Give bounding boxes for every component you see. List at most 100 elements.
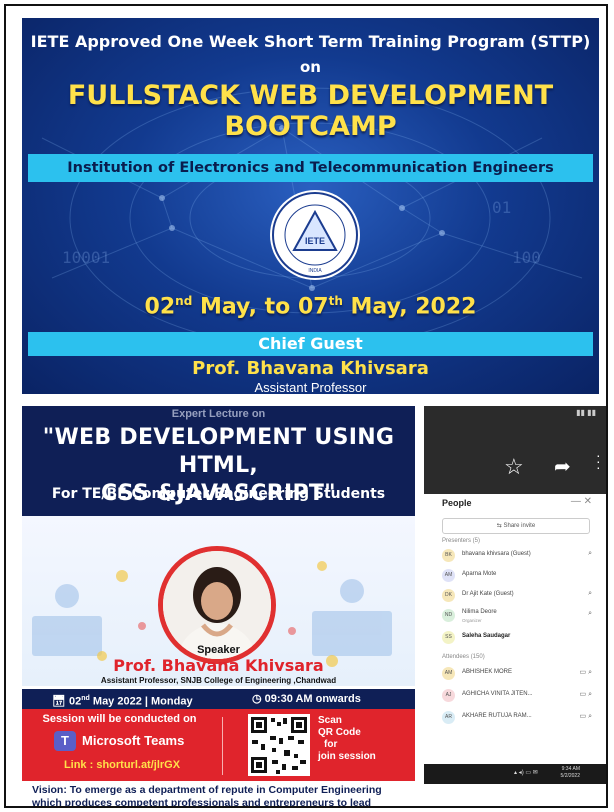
program-title: IETE Approved One Week Short Term Traini… [30,32,591,51]
participant-row[interactable]: BK bhavana khivsara (Guest) ⌕ [442,548,592,564]
mic-off-icon: ⌕ [588,610,592,617]
lecture-time-text: 09:30 AM onwards [264,693,361,705]
lecture-title-line1: "WEB DEVELOPMENT USING HTML, [42,425,395,478]
on-label: on [300,58,321,76]
logo-india-text: INDIA [308,268,322,274]
date-start-day: 02 [144,294,176,320]
bootcamp-title-line1: FULLSTACK WEB DEVELOPMENT [67,80,554,111]
date-start-rest: May, to 07 [192,294,329,320]
qr-code-icon [248,714,310,776]
session-note: Session will be conducted on [42,713,197,725]
avatar: DK [442,589,455,602]
participant-row[interactable]: AJ AGHICHA VINITA JITEN... ▭ ⌕ [442,688,592,704]
participant-row[interactable]: AM Aparna Mote [442,568,592,584]
binary-decoration: 01 [492,198,512,217]
iete-logo-icon: IETE INDIA [272,192,358,278]
logo-text: IETE [305,236,325,246]
speaker-portrait-icon [163,551,271,659]
avatar: BK [442,549,455,562]
divider [222,717,223,775]
participant-name: bhavana khivsara (Guest) [462,551,531,557]
speaker-affiliation: Assistant Professor, SNJB College of Eng… [100,676,337,685]
avatar: AJ [442,689,455,702]
chief-guest-banner: Chief Guest [28,332,593,356]
avatar: SS [442,631,455,644]
lecture-date-rest: May 2022 | Monday [89,695,193,708]
star-icon[interactable]: ☆ [504,454,524,480]
iete-logo: IETE INDIA [270,190,360,280]
video-icon: ▭ ⌕ [579,713,592,720]
participant-name: Nilima Deore [462,609,497,615]
attendees-header[interactable]: Attendees (150) [442,654,485,660]
participant-role: Organizer [462,618,482,623]
taskbar-date: 5/2/2022 [560,773,580,779]
people-panel: People — ✕ ⇆ Share invite Presenters (5)… [434,494,598,764]
lecture-date-sup: nd [81,695,90,702]
video-icon: ▭ ⌕ [579,669,592,676]
participant-row[interactable]: SS Saleha Saudagar [442,630,592,646]
tray-icons: ▴ ◂) ▭ ✉ [514,770,538,776]
close-icon[interactable]: — ✕ [571,496,592,507]
participant-name: Saleha Saudagar [462,633,511,639]
share-icon: ⇆ [496,523,502,529]
participant-row[interactable]: AR AKHARE RUTUJA RAM... ▭ ⌕ [442,710,592,726]
share-icon[interactable]: ➦ [554,454,571,479]
session-info-panel: Session will be conducted on T Microsoft… [22,709,415,781]
qr-instructions: Scan QR Code for join session [318,715,376,763]
avatar: AM [442,569,455,582]
share-invite-button[interactable]: ⇆ Share invite [442,518,590,534]
platform-name: Microsoft Teams [82,733,185,748]
qr-instructions-line2: QR Code [318,727,361,738]
people-title: People [442,498,472,508]
sttp-poster: 10001 01 100 IETE Approved One Week Shor… [22,18,599,394]
presenters-header[interactable]: Presenters (5) [442,538,480,544]
bootcamp-title: FULLSTACK WEB DEVELOPMENT BOOTCAMP [22,80,599,142]
lecture-time: ◷ 09:30 AM onwards [252,689,361,709]
date-end-sup: th [328,294,343,308]
date-end-rest: May, 2022 [342,294,477,320]
participant-name: Dr Ajit Kate (Guest) [462,591,514,597]
participant-row[interactable]: DK Dr Ajit Kate (Guest) ⌕ [442,588,592,604]
session-link: Link : shorturl.at/jlrGX [63,759,181,771]
more-options-icon[interactable]: · · · [596,448,601,474]
speaker-name: Prof. Bhavana Khivsara [113,656,324,675]
taskbar-time: 9:34 AM [561,766,580,772]
qr-instructions-line3: for [324,739,338,750]
participant-row[interactable]: AM ABHISHEK MORE ▭ ⌕ [442,666,592,682]
date-time-bar: 📅︎ 02nd May 2022 | Monday ◷ 09:30 AM onw… [22,689,415,709]
lecture-audience: For TE/BE Computer Engineering Students [51,486,386,502]
bootcamp-title-line2: BOOTCAMP [224,111,397,142]
chief-guest-designation: Assistant Professor [254,380,367,394]
calendar-icon: 📅︎ [52,695,66,708]
participant-name: AGHICHA VINITA JITEN... [462,691,533,697]
phone-top-bar [424,406,606,494]
teams-icon: T [54,731,76,751]
collage-frame: 10001 01 100 IETE Approved One Week Shor… [4,4,608,808]
binary-decoration: 100 [512,248,541,267]
participant-name: AKHARE RUTUJA RAM... [462,713,532,719]
status-bar-icons: ▮▮ ▮▮ [576,408,596,417]
windows-taskbar: ▴ ◂) ▭ ✉ 9:34 AM 5/2/2022 [424,764,606,784]
qr-instructions-line4: join session [318,751,376,762]
lecture-date-day: 02 [69,695,82,708]
share-invite-label: Share invite [503,523,536,529]
binary-decoration: 10001 [62,248,111,267]
qr-code [248,714,310,776]
mic-off-icon: ⌕ [588,550,592,557]
participant-name: Aparna Mote [462,571,497,577]
taskbar-clock: 9:34 AM 5/2/2022 [561,766,580,780]
video-icon: ▭ ⌕ [579,691,592,698]
avatar: AM [442,667,455,680]
lecture-header-label: Expert Lecture on [171,408,266,420]
mic-off-icon: ⌕ [588,590,592,597]
qr-instructions-line1: Scan [318,715,342,726]
clock-icon: ◷ [252,693,262,705]
department-vision: Vision: To emerge as a department of rep… [32,784,382,808]
teams-participants-screenshot: ▮▮ ▮▮ ☆ ➦ · · · People — ✕ ⇆ Share invite … [424,406,606,784]
institution-banner: Institution of Electronics and Telecommu… [28,154,593,182]
avatar: AR [442,711,455,724]
avatar: ND [442,609,455,622]
date-start-sup: nd [175,294,193,308]
participant-row[interactable]: ND Nilima Deore Organizer ⌕ [442,608,592,624]
program-dates: 02nd May, to 07th May, 2022 [22,294,599,319]
